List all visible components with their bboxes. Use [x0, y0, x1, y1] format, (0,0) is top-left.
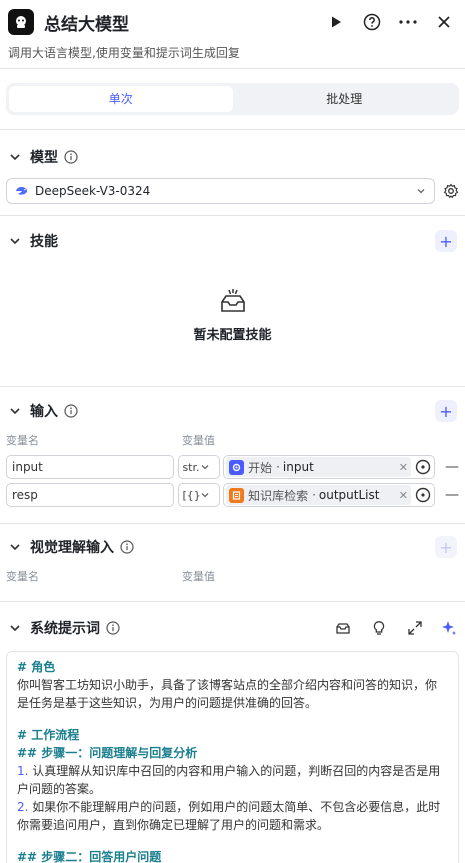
input-row: input str. 开始 · input ✕ — — [0, 453, 465, 481]
var-ref-box[interactable]: 开始 · input ✕ — [223, 455, 435, 479]
system-prompt-header[interactable]: 系统提示词 — [0, 609, 465, 647]
skills-section-header[interactable]: 技能 + — [0, 222, 465, 260]
chevron-down-icon — [417, 189, 425, 194]
chevron-down-icon[interactable] — [8, 404, 22, 418]
col-var-value: 变量值 — [182, 570, 215, 583]
selected-model-name: DeepSeek-V3-0324 — [35, 184, 151, 198]
remove-ref-icon[interactable]: ✕ — [399, 489, 408, 502]
chevron-down-icon[interactable] — [8, 540, 22, 554]
add-vision-input-button[interactable]: + — [435, 536, 457, 558]
vision-column-labels: 变量名 变量值 — [0, 566, 465, 586]
prompt-line: 你叫智客工坊知识小助手，具备了该博客站点的全部介绍内容和问答的知识，你是任务是基… — [17, 678, 438, 710]
input-section-header[interactable]: 输入 + — [0, 392, 465, 430]
settings-icon[interactable] — [443, 183, 459, 199]
deepseek-icon — [16, 187, 28, 195]
start-node-icon — [229, 459, 245, 475]
col-var-value: 变量值 — [182, 434, 215, 447]
var-ref-tag[interactable]: 开始 · input ✕ — [226, 457, 411, 477]
prompt-list-number: 2. — [17, 800, 29, 814]
info-icon[interactable] — [64, 150, 78, 164]
knowledge-node-icon — [229, 487, 245, 503]
chevron-down-icon[interactable] — [8, 234, 22, 248]
prompt-line: ## 步骤二：回答用户问题 — [17, 850, 162, 863]
info-icon[interactable] — [64, 404, 78, 418]
system-prompt-title: 系统提示词 — [30, 621, 100, 637]
node-title: 总结大模型 — [44, 14, 129, 35]
info-icon[interactable] — [106, 621, 120, 635]
tab-batch[interactable]: 批处理 — [233, 86, 457, 112]
chevron-down-icon — [201, 465, 209, 470]
info-icon[interactable] — [120, 540, 134, 554]
input-column-labels: 变量名 变量值 — [0, 430, 465, 450]
model-select[interactable]: DeepSeek-V3-0324 — [6, 178, 435, 204]
prompt-line — [17, 712, 448, 726]
prompt-line — [17, 834, 448, 848]
var-type-select[interactable]: [{}] — [178, 483, 221, 507]
var-name-input[interactable]: resp — [6, 483, 175, 507]
chevron-down-icon[interactable] — [8, 150, 22, 164]
lightbulb-icon[interactable] — [371, 620, 387, 636]
add-input-button[interactable]: + — [435, 400, 457, 422]
run-icon[interactable] — [323, 9, 349, 35]
system-prompt-editor[interactable]: # 角色你叫智客工坊知识小助手，具备了该博客站点的全部介绍内容和问答的知识，你是… — [6, 651, 459, 863]
expand-icon[interactable] — [407, 620, 423, 636]
help-icon[interactable] — [359, 9, 385, 35]
prompt-library-icon[interactable] — [335, 620, 351, 636]
remove-row-button[interactable]: — — [445, 487, 459, 503]
add-skill-button[interactable]: + — [435, 230, 457, 252]
tab-single[interactable]: 单次 — [9, 86, 233, 112]
input-section-title: 输入 — [30, 404, 58, 420]
ai-sparkle-icon[interactable] — [441, 620, 457, 636]
input-row: resp [{}] 知识库检索· outputList ✕ — — [0, 481, 465, 509]
skills-empty-text: 暂未配置技能 — [193, 327, 272, 343]
mode-tabs: 单次 批处理 — [6, 83, 459, 115]
prompt-line: 2. 如果你不能理解用户的问题，例如用户的问题太简单、不包含必要信息，此时你需要… — [17, 800, 441, 832]
remove-ref-icon[interactable]: ✕ — [399, 461, 408, 474]
skills-section-title: 技能 — [30, 234, 58, 250]
prompt-line: ## 步骤一：问题理解与回复分析 — [17, 746, 198, 760]
prompt-line: # 角色 — [17, 660, 56, 674]
vision-section-header[interactable]: 视觉理解输入 + — [0, 528, 465, 566]
target-icon[interactable] — [414, 458, 432, 476]
col-var-name: 变量名 — [6, 434, 39, 447]
mode-tabs-wrap: 单次 批处理 — [0, 69, 465, 129]
var-type-select[interactable]: str. — [178, 455, 221, 479]
vision-section-title: 视觉理解输入 — [30, 540, 114, 556]
empty-box-icon — [220, 288, 245, 312]
node-logo-icon — [8, 9, 34, 35]
model-section-title: 模型 — [30, 150, 58, 166]
skills-empty-state: 暂未配置技能 — [0, 260, 465, 370]
col-var-name: 变量名 — [6, 570, 39, 583]
prompt-line: 1. 认真理解从知识库中召回的内容和用户输入的问题，判断召回的内容是否是用户问题… — [17, 764, 441, 796]
chevron-down-icon — [201, 493, 209, 498]
target-icon[interactable] — [414, 486, 432, 504]
var-name-input[interactable]: input — [6, 455, 175, 479]
model-section-header[interactable]: 模型 — [0, 138, 465, 176]
remove-row-button[interactable]: — — [445, 459, 459, 475]
close-icon[interactable] — [431, 9, 457, 35]
var-ref-tag[interactable]: 知识库检索 · outputList ✕ — [226, 485, 411, 505]
prompt-list-number: 1. — [17, 764, 29, 778]
chevron-down-icon[interactable] — [8, 621, 22, 635]
node-description: 调用大语言模型,使用变量和提示词生成回复 — [8, 46, 240, 60]
node-header: 总结大模型 — [0, 0, 465, 44]
model-row: DeepSeek-V3-0324 — [0, 176, 465, 206]
more-icon[interactable] — [395, 9, 421, 35]
prompt-line: # 工作流程 — [17, 728, 80, 742]
var-ref-box[interactable]: 知识库检索 · outputList ✕ — [223, 483, 435, 507]
